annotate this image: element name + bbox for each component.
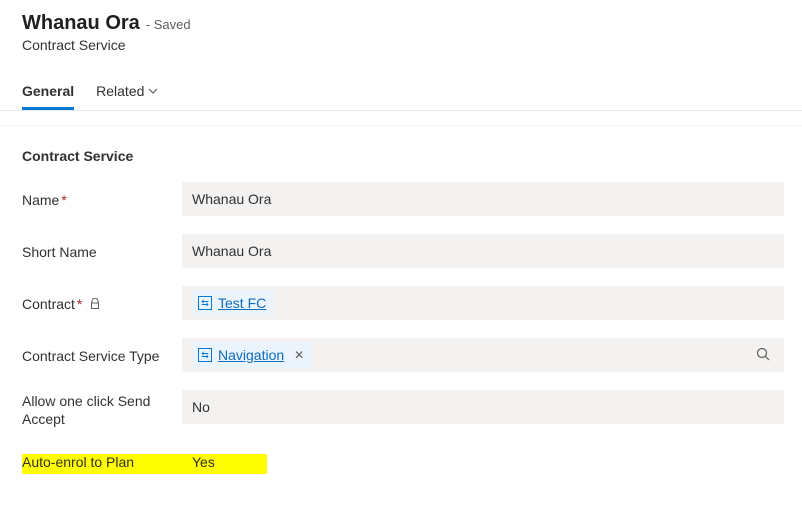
- entity-name: Contract Service: [22, 37, 784, 53]
- row-allow-one-click: Allow one click Send Accept No: [22, 390, 784, 428]
- save-status: - Saved: [146, 17, 191, 32]
- value-short-name: Whanau Ora: [192, 243, 271, 259]
- input-allow-one-click[interactable]: No: [182, 390, 784, 424]
- row-contract: Contract* ⇆ Test FC: [22, 286, 784, 320]
- value-contract: Test FC: [218, 295, 266, 311]
- chevron-down-icon: [148, 83, 158, 99]
- lookup-tag-contract[interactable]: ⇆ Test FC: [192, 290, 274, 316]
- row-auto-enrol: Auto-enrol to Plan Yes: [22, 454, 784, 470]
- label-service-type: Contract Service Type: [22, 345, 182, 365]
- required-indicator: *: [61, 192, 66, 208]
- tab-divider: [0, 110, 802, 111]
- label-allow-one-click: Allow one click Send Accept: [22, 390, 182, 428]
- input-contract: ⇆ Test FC: [182, 286, 784, 320]
- tab-general-label: General: [22, 83, 74, 99]
- form: Name* Whanau Ora Short Name Whanau Ora C…: [22, 182, 784, 470]
- label-auto-enrol: Auto-enrol to Plan: [22, 454, 182, 470]
- section-heading: Contract Service: [22, 148, 784, 164]
- required-indicator: *: [77, 296, 82, 312]
- search-icon[interactable]: [756, 347, 774, 364]
- value-name: Whanau Ora: [192, 191, 271, 207]
- entity-icon: ⇆: [198, 296, 212, 310]
- label-contract: Contract*: [22, 293, 182, 313]
- input-name[interactable]: Whanau Ora: [182, 182, 784, 216]
- input-service-type[interactable]: ⇆ Navigation ✕: [182, 338, 784, 372]
- label-name: Name*: [22, 189, 182, 209]
- lock-icon: [90, 300, 100, 312]
- tab-bar: General Related: [22, 77, 784, 110]
- tab-related[interactable]: Related: [96, 77, 158, 110]
- value-allow-one-click: No: [192, 399, 210, 415]
- input-short-name[interactable]: Whanau Ora: [182, 234, 784, 268]
- tab-general[interactable]: General: [22, 77, 74, 110]
- row-short-name: Short Name Whanau Ora: [22, 234, 784, 268]
- lookup-tag-service-type[interactable]: ⇆ Navigation ✕: [192, 342, 312, 368]
- section-divider: [0, 125, 802, 126]
- value-service-type: Navigation: [218, 347, 284, 363]
- row-service-type: Contract Service Type ⇆ Navigation ✕: [22, 338, 784, 372]
- page-title: Whanau Ora: [22, 12, 140, 35]
- entity-icon: ⇆: [198, 348, 212, 362]
- value-auto-enrol[interactable]: Yes: [182, 454, 215, 470]
- label-short-name: Short Name: [22, 241, 182, 261]
- record-header: Whanau Ora - Saved: [22, 12, 784, 35]
- tab-related-label: Related: [96, 83, 144, 99]
- row-name: Name* Whanau Ora: [22, 182, 784, 216]
- remove-icon[interactable]: ✕: [294, 348, 304, 362]
